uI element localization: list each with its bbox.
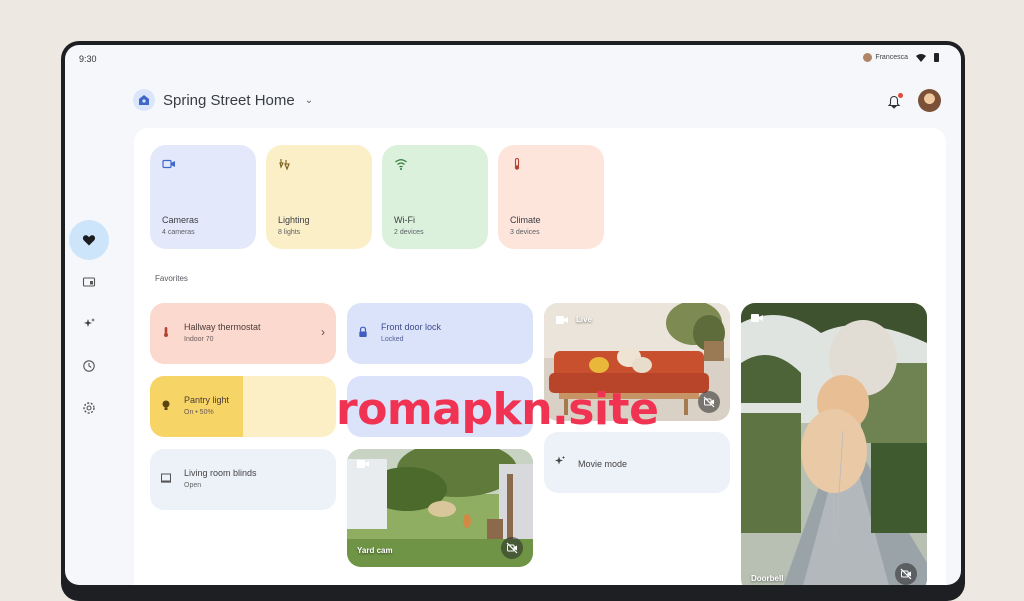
favorites-icon bbox=[82, 235, 96, 246]
camera-label: Yard cam bbox=[357, 546, 393, 555]
nav-favorites[interactable] bbox=[69, 220, 109, 260]
category-name: Lighting bbox=[278, 215, 310, 225]
videocam-off-icon bbox=[703, 396, 715, 408]
video-icon bbox=[556, 316, 568, 324]
chevron-right-icon: › bbox=[321, 325, 325, 339]
site-watermark: romapkn.site bbox=[336, 384, 659, 435]
camera-off-button[interactable] bbox=[501, 537, 523, 559]
camera-icon bbox=[162, 159, 175, 169]
videocam-off-icon bbox=[506, 542, 518, 554]
activity-icon bbox=[83, 360, 95, 372]
automations-icon bbox=[84, 318, 95, 327]
favorites-heading: Favorites bbox=[155, 274, 188, 283]
camera-off-button[interactable] bbox=[698, 391, 720, 413]
battery-icon bbox=[934, 53, 939, 62]
wifi-icon bbox=[395, 159, 407, 170]
camera-off-button[interactable] bbox=[895, 563, 917, 585]
tile-sub: Open bbox=[184, 482, 202, 489]
home-name: Spring Street Home bbox=[163, 91, 295, 109]
bulb-icon bbox=[162, 400, 170, 410]
settings-icon bbox=[83, 402, 95, 414]
category-sub: 4 cameras bbox=[162, 229, 195, 236]
category-wifi[interactable]: Wi-Fi 2 devices bbox=[382, 145, 488, 249]
camera-label: Live bbox=[576, 315, 593, 324]
tile-sub: On • 50% bbox=[184, 409, 214, 416]
category-sub: 2 devices bbox=[394, 229, 424, 236]
tile-sub: Indoor 70 bbox=[184, 336, 214, 343]
nav-activity[interactable] bbox=[69, 346, 109, 386]
thermometer-icon bbox=[164, 327, 168, 337]
notification-badge bbox=[898, 93, 903, 98]
yard-camera-feed[interactable]: Yard cam bbox=[347, 449, 533, 567]
tile-title: Hallway thermostat bbox=[184, 322, 261, 332]
tile-title: Front door lock bbox=[381, 322, 442, 332]
category-cameras[interactable]: Cameras 4 cameras bbox=[150, 145, 256, 249]
nav-devices[interactable] bbox=[69, 262, 109, 302]
category-climate[interactable]: Climate 3 devices bbox=[498, 145, 604, 249]
home-icon bbox=[133, 89, 155, 111]
movie-mode-tile[interactable]: Movie mode bbox=[544, 432, 730, 493]
doorbell-scene bbox=[741, 303, 927, 585]
navigation-rail bbox=[69, 220, 109, 430]
main-content: Cameras 4 cameras Lighting 8 lights Wi-F… bbox=[134, 128, 946, 585]
sparkle-icon bbox=[555, 456, 565, 465]
home-selector[interactable]: Spring Street Home ⌄ bbox=[133, 89, 313, 111]
category-sub: 8 lights bbox=[278, 229, 301, 236]
category-name: Wi-Fi bbox=[394, 215, 415, 225]
category-name: Climate bbox=[510, 215, 541, 225]
user-mini-avatar bbox=[863, 53, 873, 62]
user-chip: Francesca bbox=[863, 53, 908, 62]
category-sub: 3 devices bbox=[510, 229, 540, 236]
lock-tile[interactable]: Front door lock Locked bbox=[347, 303, 533, 364]
lock-icon bbox=[359, 326, 367, 337]
wifi-status-icon bbox=[916, 53, 926, 62]
nav-settings[interactable] bbox=[69, 388, 109, 428]
pantry-light-tile[interactable]: Pantry light On • 50% bbox=[150, 376, 336, 437]
nav-automations[interactable] bbox=[69, 304, 109, 344]
user-name: Francesca bbox=[875, 54, 908, 61]
category-name: Cameras bbox=[162, 215, 199, 225]
thermometer-icon bbox=[514, 157, 520, 170]
thermostat-tile[interactable]: Hallway thermostat Indoor 70 › bbox=[150, 303, 336, 364]
video-icon bbox=[751, 314, 763, 322]
blinds-icon bbox=[161, 473, 171, 483]
chevron-down-icon: ⌄ bbox=[304, 94, 314, 106]
devices-icon bbox=[82, 277, 96, 287]
blinds-tile[interactable]: Living room blinds Open bbox=[150, 449, 336, 510]
status-time: 9:30 bbox=[79, 54, 97, 64]
camera-label: Doorbell bbox=[751, 574, 784, 583]
video-icon bbox=[357, 460, 369, 468]
tile-sub: Locked bbox=[381, 336, 404, 343]
category-lighting[interactable]: Lighting 8 lights bbox=[266, 145, 372, 249]
tile-title: Pantry light bbox=[184, 395, 230, 405]
videocam-off-icon bbox=[900, 568, 912, 580]
account-avatar[interactable] bbox=[918, 89, 941, 112]
app-screen: 9:30 Francesca Spring Street Home ⌄ Came… bbox=[65, 45, 961, 585]
status-bar: 9:30 Francesca bbox=[65, 45, 961, 73]
tile-title: Living room blinds bbox=[184, 468, 257, 478]
lighting-icon bbox=[279, 159, 290, 171]
doorbell-camera-feed[interactable]: Doorbell bbox=[741, 303, 927, 585]
tile-title: Movie mode bbox=[578, 459, 628, 469]
